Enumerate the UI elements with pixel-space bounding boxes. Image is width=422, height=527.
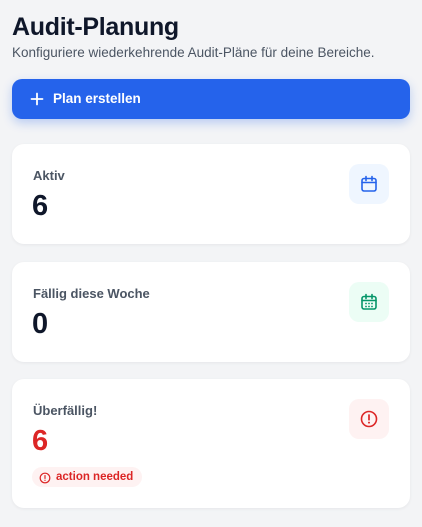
calendar-days-icon xyxy=(349,282,389,322)
stat-card-active: Aktiv 6 xyxy=(12,144,410,244)
stat-value-overdue: 6 xyxy=(32,425,49,457)
stat-label-overdue: Überfällig! xyxy=(33,403,98,418)
create-plan-button[interactable]: Plan erstellen xyxy=(12,79,410,119)
page-subtitle: Konfiguriere wiederkehrende Audit-Pläne … xyxy=(12,45,375,60)
stat-card-overdue: Überfällig! 6 action needed xyxy=(12,379,410,508)
calendar-icon xyxy=(349,164,389,204)
alert-circle-icon xyxy=(349,399,389,439)
plus-icon xyxy=(30,92,44,106)
create-plan-label: Plan erstellen xyxy=(53,91,141,106)
page-title: Audit-Planung xyxy=(12,13,179,41)
stat-card-due-this-week: Fällig diese Woche 0 xyxy=(12,262,410,362)
stat-label-due-this-week: Fällig diese Woche xyxy=(33,286,150,301)
stat-label-active: Aktiv xyxy=(33,168,65,183)
status-badge-label: action needed xyxy=(56,471,134,483)
stat-value-active: 6 xyxy=(32,190,49,222)
stat-value-due-this-week: 0 xyxy=(32,308,49,340)
alert-circle-icon xyxy=(39,471,51,484)
status-badge: action needed xyxy=(32,467,143,487)
